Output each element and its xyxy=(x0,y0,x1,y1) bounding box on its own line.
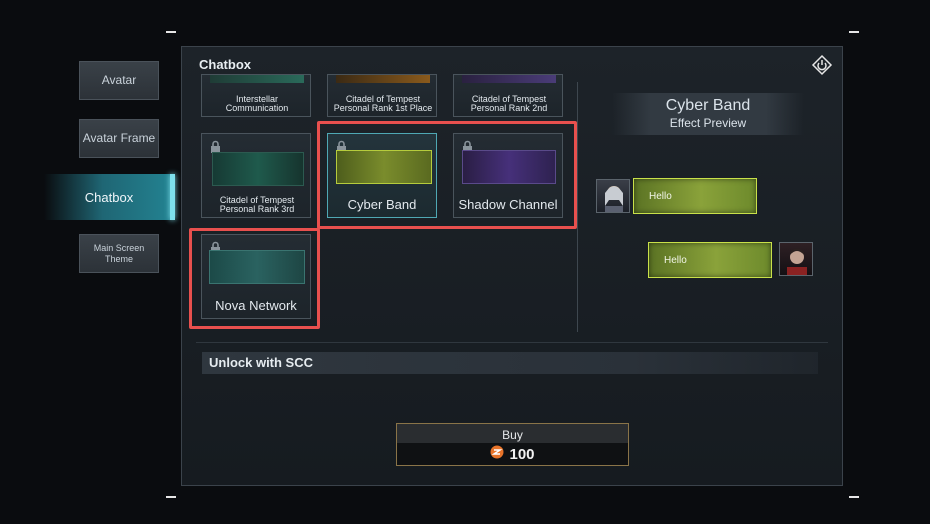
sidebar-item-main-screen-theme[interactable]: Main Screen Theme xyxy=(79,234,159,273)
item-label: Citadel of Tempest Personal Rank 2nd xyxy=(470,94,548,113)
buy-button[interactable]: Buy 100 xyxy=(396,423,629,466)
chatbox-item-citadel-1st[interactable]: Citadel of Tempest Personal Rank 1st Pla… xyxy=(327,74,437,117)
chat-message: Hello xyxy=(664,255,687,266)
chatbox-item-interstellar-communication[interactable]: Interstellar Communication xyxy=(201,74,311,117)
section-divider xyxy=(196,342,828,343)
buy-label: Buy xyxy=(502,428,523,442)
corner-mark xyxy=(166,496,176,498)
corner-mark xyxy=(166,31,176,33)
avatar xyxy=(779,242,813,276)
chat-bubble: Hello xyxy=(633,178,757,214)
chatbox-preview-art xyxy=(212,152,304,186)
panel-title: Chatbox xyxy=(199,57,251,72)
sidebar-item-label: Main Screen Theme xyxy=(93,242,145,264)
preview-name: Cyber Band xyxy=(665,97,751,114)
preview-divider xyxy=(577,82,578,332)
chatbox-item-citadel-3rd[interactable]: Citadel of Tempest Personal Rank 3rd xyxy=(201,133,311,218)
active-tab-indicator xyxy=(170,174,175,220)
selection-highlight xyxy=(189,228,320,329)
avatar xyxy=(596,179,630,213)
sidebar-item-label: Chatbox xyxy=(84,189,134,205)
corner-mark xyxy=(849,496,859,498)
preview-subtitle: Effect Preview xyxy=(669,116,747,130)
corner-mark xyxy=(849,31,859,33)
item-label: Citadel of Tempest Personal Rank 3rd xyxy=(219,195,295,214)
sidebar-item-chatbox[interactable]: Chatbox xyxy=(44,174,174,220)
unlock-heading: Unlock with SCC xyxy=(202,352,818,374)
scc-coin-icon xyxy=(490,445,504,463)
chatbox-item-citadel-2nd[interactable]: Citadel of Tempest Personal Rank 2nd xyxy=(453,74,563,117)
item-label: Interstellar Communication xyxy=(225,94,289,113)
sidebar-item-avatar[interactable]: Avatar xyxy=(79,61,159,100)
power-icon[interactable] xyxy=(810,53,834,77)
sidebar-item-label: Avatar xyxy=(101,73,137,87)
sidebar-item-avatar-frame[interactable]: Avatar Frame xyxy=(79,119,159,158)
price-value: 100 xyxy=(509,445,535,463)
selection-highlight xyxy=(317,121,577,229)
chat-message: Hello xyxy=(649,191,672,202)
preview-header: Cyber Band Effect Preview xyxy=(612,93,804,135)
item-label: Citadel of Tempest Personal Rank 1st Pla… xyxy=(333,94,433,113)
chat-bubble: Hello xyxy=(648,242,772,278)
buy-price: 100 xyxy=(397,443,628,465)
sidebar-item-label: Avatar Frame xyxy=(82,131,156,145)
